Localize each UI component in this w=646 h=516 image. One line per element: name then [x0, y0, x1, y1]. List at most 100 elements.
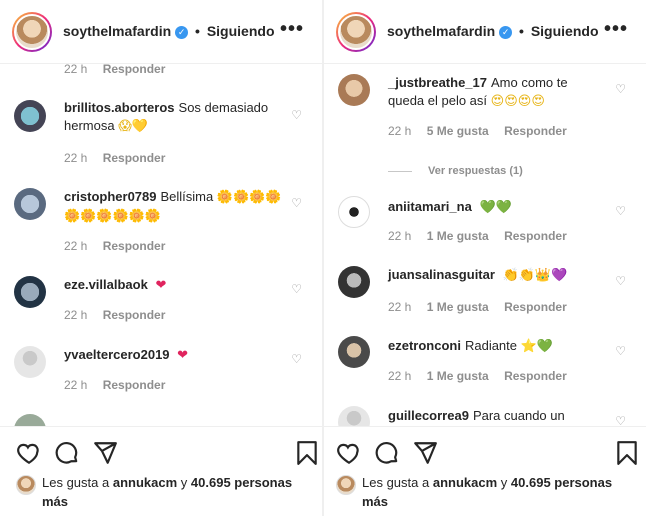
comment-like-heart-icon[interactable]: ♡: [291, 282, 302, 296]
comment-username[interactable]: guillecorrea9: [388, 408, 469, 423]
commenter-avatar[interactable]: [14, 188, 46, 220]
comment-meta: 22 h Responder: [64, 239, 177, 253]
heart-outline-icon[interactable]: [336, 440, 362, 466]
comment-like-heart-icon[interactable]: ♡: [291, 196, 302, 210]
following-button[interactable]: Siguiendo: [531, 23, 599, 39]
comment-emoji: 😱💛: [118, 119, 148, 134]
likes-text: Les gusta a annukacm y 40.695 personas m…: [362, 473, 632, 511]
header-username-row: soythelmafardin ✓ • Siguiendo: [63, 23, 275, 39]
commenter-avatar[interactable]: [14, 100, 46, 132]
comment-like-heart-icon[interactable]: ♡: [615, 344, 626, 358]
commenter-avatar[interactable]: [338, 336, 370, 368]
commenter-avatar[interactable]: [338, 266, 370, 298]
comment-username[interactable]: ezetronconi: [388, 338, 461, 353]
comment-meta: 22 h 1 Me gusta Responder: [388, 369, 579, 383]
comment-like-heart-icon[interactable]: ♡: [615, 414, 626, 426]
post-header: soythelmafardin ✓ • Siguiendo •••: [324, 0, 646, 64]
comment-emoji: ❤: [177, 348, 189, 363]
reply-button[interactable]: Responder: [103, 151, 166, 165]
likes-prefix: Les gusta a: [42, 475, 110, 490]
liker-username[interactable]: annukacm: [113, 475, 177, 490]
profile-avatar[interactable]: [12, 12, 52, 52]
reply-button[interactable]: Responder: [504, 300, 567, 314]
comment-bubble-icon[interactable]: [54, 440, 80, 466]
header-username[interactable]: soythelmafardin: [63, 23, 171, 39]
comment-body: Bellísima: [160, 189, 214, 204]
comment-likes[interactable]: 1 Me gusta: [427, 369, 489, 383]
liker-avatar[interactable]: [336, 475, 356, 495]
likes-suffix: y: [180, 475, 188, 490]
comment-like-heart-icon[interactable]: ♡: [615, 204, 626, 218]
commenter-avatar[interactable]: [14, 346, 46, 378]
comment-username[interactable]: yvaeltercero2019: [64, 347, 170, 362]
likes-prefix: Les gusta a: [362, 475, 430, 490]
paper-plane-icon[interactable]: [92, 440, 118, 466]
comment-username[interactable]: eze.villalbaok: [64, 277, 148, 292]
comment-time: 22 h: [64, 308, 88, 322]
comment-text: eze.villalbaok ❤: [64, 276, 282, 295]
more-options-icon[interactable]: •••: [604, 18, 628, 41]
reply-button[interactable]: Responder: [504, 124, 567, 138]
comment-username[interactable]: _justbreathe_17: [388, 75, 487, 90]
comment-username[interactable]: cristopher0789: [64, 189, 157, 204]
liker-avatar[interactable]: [16, 475, 36, 495]
comment-time: 22 h: [64, 151, 88, 165]
comment-like-heart-icon[interactable]: ♡: [291, 108, 302, 122]
more-options-icon[interactable]: •••: [280, 18, 304, 41]
comment-time: 22 h: [388, 369, 412, 383]
bookmark-icon[interactable]: [614, 440, 640, 466]
comment-time: 22 h: [64, 239, 88, 253]
reply-button[interactable]: Responder: [103, 378, 166, 392]
commenter-avatar[interactable]: [338, 74, 370, 106]
comments-list[interactable]: 22 h Responder brillitos.aborteros Sos de…: [0, 64, 322, 426]
comment-likes[interactable]: 1 Me gusta: [427, 229, 489, 243]
comment-body: Para cuando un: [472, 408, 565, 423]
comment-time: 22 h: [64, 378, 88, 392]
comment-time: 22 h: [388, 300, 412, 314]
avatar-image: [14, 14, 50, 50]
comment-meta: 22 h Responder: [64, 308, 177, 322]
commenter-avatar[interactable]: [338, 406, 370, 426]
comment-meta: 22 h 5 Me gusta Responder: [388, 124, 579, 138]
left-post-panel: soythelmafardin ✓ • Siguiendo ••• 22 h Re…: [0, 0, 322, 516]
bookmark-icon[interactable]: [294, 440, 320, 466]
comments-list[interactable]: _justbreathe_17 Amo como te queda el pelo…: [324, 64, 646, 426]
comment-text: brillitos.aborteros Sos demasiado hermosa…: [64, 99, 282, 136]
comment-likes[interactable]: 1 Me gusta: [427, 300, 489, 314]
comment-username[interactable]: aniitamari_na: [388, 199, 472, 214]
header-dot: •: [195, 23, 200, 39]
reply-button[interactable]: Responder: [103, 308, 166, 322]
heart-outline-icon[interactable]: [16, 440, 42, 466]
reply-button[interactable]: Responder: [103, 64, 166, 76]
commenter-avatar[interactable]: [338, 196, 370, 228]
reply-button[interactable]: Responder: [103, 239, 166, 253]
comment-like-heart-icon[interactable]: ♡: [615, 274, 626, 288]
post-actions-bar: Les gusta a annukacm y 40.695 personas m…: [324, 426, 646, 516]
comment-like-heart-icon[interactable]: ♡: [291, 352, 302, 366]
comment-bubble-icon[interactable]: [374, 440, 400, 466]
post-header: soythelmafardin ✓ • Siguiendo •••: [0, 0, 322, 64]
comment-username[interactable]: juansalinasguitar: [388, 267, 495, 282]
liker-username[interactable]: annukacm: [433, 475, 497, 490]
comment-emoji: ❤: [155, 278, 167, 293]
avatar-image: [338, 14, 374, 50]
comment-likes[interactable]: 5 Me gusta: [427, 124, 489, 138]
paper-plane-icon[interactable]: [412, 440, 438, 466]
reply-button[interactable]: Responder: [504, 369, 567, 383]
following-button[interactable]: Siguiendo: [207, 23, 275, 39]
view-replies-button[interactable]: Ver respuestas (1): [388, 165, 523, 177]
profile-avatar[interactable]: [336, 12, 376, 52]
comment-like-heart-icon[interactable]: ♡: [615, 82, 626, 96]
comment-emoji: 😍😍😍😍: [490, 94, 545, 109]
comment-time: 22 h: [64, 64, 88, 76]
commenter-avatar[interactable]: [14, 414, 46, 426]
comment-time: 22 h: [388, 229, 412, 243]
commenter-avatar[interactable]: [14, 276, 46, 308]
comment-username[interactable]: brillitos.aborteros: [64, 100, 175, 115]
header-username[interactable]: soythelmafardin: [387, 23, 495, 39]
comment-emoji: ⭐💚: [520, 339, 554, 354]
comment-text: cristopher0789 Bellísima 🌼🌼🌼🌼🌼🌼🌼🌼🌼🌼: [64, 188, 282, 226]
comment-meta: 22 h 1 Me gusta Responder: [388, 229, 579, 243]
reply-button[interactable]: Responder: [504, 229, 567, 243]
comment-text: guillecorrea9 Para cuando un: [388, 407, 606, 425]
